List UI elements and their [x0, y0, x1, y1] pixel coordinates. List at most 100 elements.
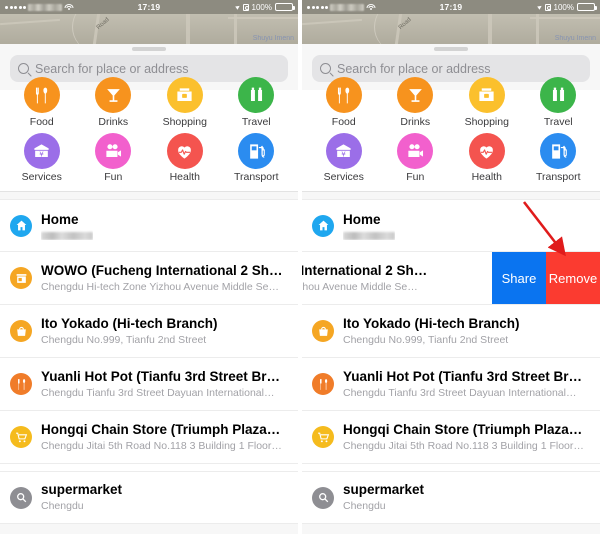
list-item-subtitle: …Zone Yizhou Avenue Middle Se…: [302, 280, 418, 293]
list-item-title: Yuanli Hot Pot (Tianfu 3rd Street Br…: [41, 368, 281, 384]
list-item-hongqi-chain-store[interactable]: Hongqi Chain Store (Triumph Plaza… Cheng…: [302, 411, 600, 464]
category-transport[interactable]: Transport: [523, 128, 595, 185]
map-view[interactable]: Road Shuyu Imenn: [0, 14, 298, 44]
list-item-yuanli-hot-pot[interactable]: Yuanli Hot Pot (Tianfu 3rd Street Br… Ch…: [302, 358, 600, 411]
list-item-ito-yokado[interactable]: Ito Yokado (Hi-tech Branch) Chengdu No.9…: [302, 305, 600, 358]
category-health[interactable]: Health: [149, 128, 221, 185]
category-drinks[interactable]: Drinks: [380, 77, 452, 128]
list-item-title: Home: [41, 211, 79, 227]
list-item-subtitle-blurred: [343, 232, 395, 241]
location-arrow-icon: [536, 4, 543, 10]
store-icon: [10, 267, 32, 289]
category-services-label: Services: [323, 171, 364, 183]
map-watermark: Shuyu Imenn: [252, 35, 294, 42]
category-row-1: Food Drinks Shopping Travel: [308, 77, 595, 128]
category-fun[interactable]: Fun: [78, 128, 150, 185]
cart-icon: [10, 426, 32, 448]
search-placeholder: Search for place or address: [35, 61, 189, 76]
food-icon: [325, 77, 362, 113]
search-input[interactable]: Search for place or address: [312, 55, 590, 82]
category-drinks[interactable]: Drinks: [78, 77, 150, 128]
category-shopping-label: Shopping: [464, 116, 509, 128]
search-history-icon: [312, 486, 334, 509]
category-travel[interactable]: Travel: [523, 77, 595, 128]
search-input[interactable]: Search for place or address: [10, 55, 288, 82]
battery-percent-label: 100%: [251, 2, 272, 12]
list-item-title: Ito Yokado (Hi-tech Branch): [343, 315, 520, 331]
fun-icon: [397, 133, 434, 169]
map-view[interactable]: Road Shuyu Imenn: [302, 14, 600, 44]
battery-icon: [275, 3, 295, 11]
list-item-wowo-swiped[interactable]: …heng International 2 Sh… …Zone Yizhou A…: [302, 252, 600, 305]
category-transport[interactable]: Transport: [221, 128, 293, 185]
category-fun-label: Fun: [104, 171, 123, 183]
list-item-wowo[interactable]: WOWO (Fucheng International 2 Sh… Chengd…: [0, 252, 298, 305]
category-travel-label: Travel: [241, 116, 271, 128]
category-shopping-label: Shopping: [162, 116, 207, 128]
category-transport-label: Transport: [535, 171, 581, 183]
list-item-subtitle: Chengdu Tianfu 3rd Street Dayuan Interna…: [343, 386, 577, 399]
svg-text:¥: ¥: [39, 149, 44, 158]
bottom-sheet: Search for place or address Food Drinks …: [302, 44, 600, 534]
screenshot-stage: 17:19 100% Road Shuyu Imenn Search for p…: [0, 0, 600, 534]
services-icon: ¥: [23, 133, 60, 169]
list-item-ito-yokado[interactable]: Ito Yokado (Hi-tech Branch) Chengdu No.9…: [0, 305, 298, 358]
list-item-subtitle-blurred: [41, 232, 93, 241]
places-list: Home WOWO (Fucheng International 2 Sh… C…: [0, 199, 298, 524]
right-phone-panel: 17:19 100% Road Shuyu Imenn Search for p…: [302, 0, 600, 534]
list-item-subtitle: Chengdu No.999, Tianfu 2nd Street: [343, 333, 509, 346]
list-item-title: Yuanli Hot Pot (Tianfu 3rd Street Br…: [343, 368, 583, 384]
category-services[interactable]: ¥ Services: [308, 128, 380, 185]
drinks-icon: [95, 77, 132, 113]
battery-icon: [577, 3, 597, 11]
category-grid: Food Drinks Shopping Travel ¥ Services F…: [0, 77, 298, 192]
list-item-title: supermarket: [343, 482, 425, 498]
shopping-icon: [166, 77, 203, 113]
drinks-icon: [397, 77, 434, 113]
shopping-bag-icon: [312, 320, 334, 342]
remove-button[interactable]: Remove: [546, 252, 600, 304]
category-drinks-label: Drinks: [400, 116, 431, 128]
list-item-supermarket[interactable]: supermarket Chengdu: [0, 471, 298, 524]
transport-icon: [540, 133, 577, 169]
list-item-home[interactable]: Home: [0, 199, 298, 252]
share-button[interactable]: Share: [492, 252, 546, 304]
restaurant-icon: [312, 373, 334, 395]
shopping-icon: [468, 77, 505, 113]
restaurant-icon: [10, 373, 32, 395]
category-food[interactable]: Food: [308, 77, 380, 128]
category-drinks-label: Drinks: [98, 116, 129, 128]
category-fun-label: Fun: [406, 171, 425, 183]
list-item-supermarket[interactable]: supermarket Chengdu: [302, 471, 600, 524]
status-bar-right: 100%: [536, 2, 597, 12]
health-icon: [166, 133, 203, 169]
category-services-label: Services: [21, 171, 62, 183]
list-item-subtitle: Chengdu Jitai 5th Road No.118 3 Building…: [343, 439, 584, 452]
list-item-hongqi-chain-store[interactable]: Hongqi Chain Store (Triumph Plaza… Cheng…: [0, 411, 298, 464]
category-shopping[interactable]: Shopping: [451, 77, 523, 128]
category-fun[interactable]: Fun: [380, 128, 452, 185]
battery-percent-label: 100%: [553, 2, 574, 12]
fun-icon: [95, 133, 132, 169]
travel-icon: [540, 77, 577, 113]
status-bar: 17:19 100%: [0, 0, 298, 14]
search-history-icon: [10, 486, 32, 509]
services-icon: ¥: [325, 133, 362, 169]
search-icon: [18, 63, 29, 74]
list-item-home[interactable]: Home: [302, 199, 600, 252]
category-food[interactable]: Food: [6, 77, 78, 128]
list-item-yuanli-hot-pot[interactable]: Yuanli Hot Pot (Tianfu 3rd Street Br… Ch…: [0, 358, 298, 411]
category-services[interactable]: ¥ Services: [6, 128, 78, 185]
category-travel[interactable]: Travel: [221, 77, 293, 128]
list-item-title: Home: [343, 211, 381, 227]
category-shopping[interactable]: Shopping: [149, 77, 221, 128]
category-row-1: Food Drinks Shopping Travel: [6, 77, 293, 128]
category-health[interactable]: Health: [451, 128, 523, 185]
list-item-title: Hongqi Chain Store (Triumph Plaza…: [343, 421, 583, 437]
left-phone-panel: 17:19 100% Road Shuyu Imenn Search for p…: [0, 0, 298, 534]
search-placeholder: Search for place or address: [337, 61, 491, 76]
list-item-subtitle: Chengdu No.999, Tianfu 2nd Street: [41, 333, 207, 346]
home-icon: [10, 214, 32, 237]
category-row-2: ¥ Services Fun Health Transport: [6, 128, 292, 185]
home-icon: [312, 214, 334, 237]
